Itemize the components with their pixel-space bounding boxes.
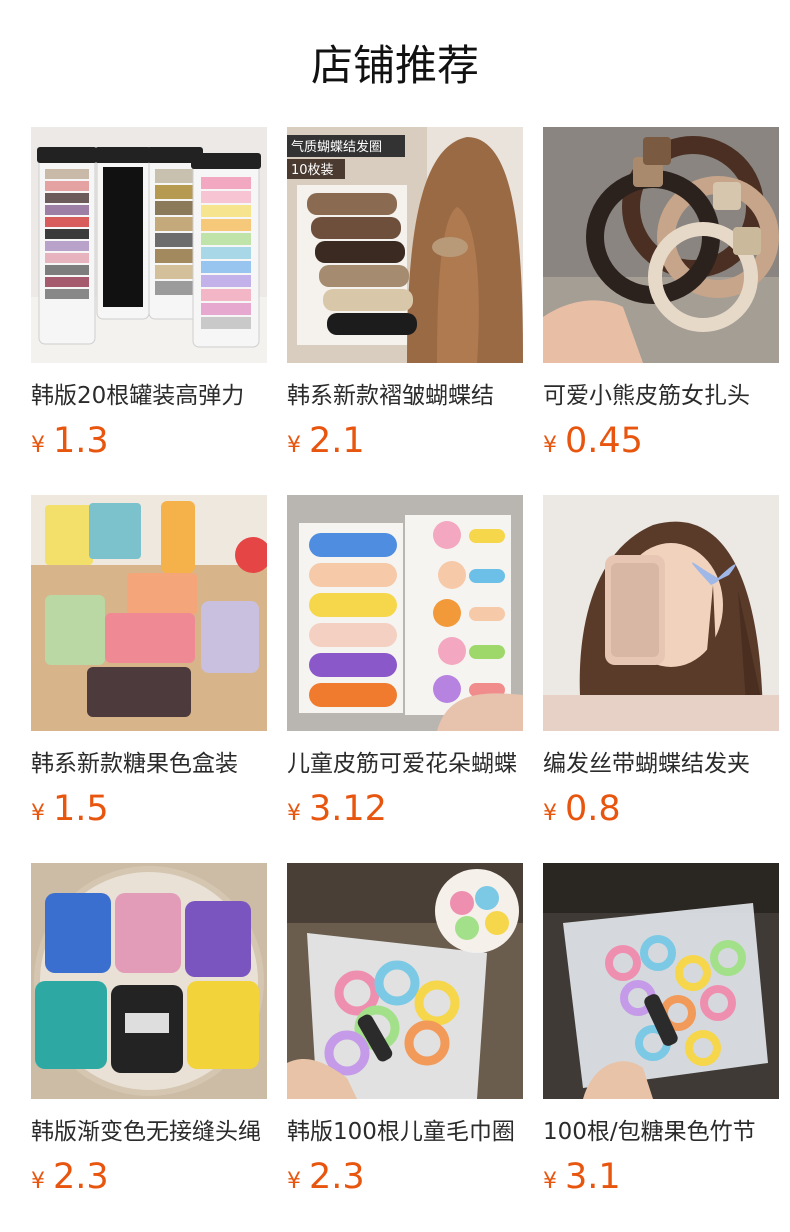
product-name[interactable]: 韩版渐变色无接缝头绳 [31, 1115, 267, 1149]
product-image[interactable]: 气质蝴蝶结发圈 10枚装 [287, 127, 523, 363]
product-name[interactable]: 编发丝带蝴蝶结发夹 [543, 747, 779, 781]
price-row: ¥3.12 [287, 787, 523, 831]
product-card[interactable]: 100根/包糖果色竹节 ¥3.1 [543, 863, 779, 1231]
product-photo-bear-scrunchies-icon [543, 127, 779, 363]
product-photo-bow-scrunchies-icon: 气质蝴蝶结发圈 10枚装 [287, 127, 523, 363]
product-photo-jars-icon [31, 127, 267, 363]
price-row: ¥1.3 [31, 419, 267, 463]
product-image[interactable] [31, 863, 267, 1099]
product-price: 2.1 [309, 421, 365, 461]
page-title: 店铺推荐 [310, 41, 479, 90]
product-price: 0.8 [565, 789, 621, 829]
product-card[interactable]: 韩版渐变色无接缝头绳 ¥2.3 [31, 863, 267, 1231]
price-row: ¥2.1 [287, 419, 523, 463]
product-name[interactable]: 韩版20根罐装高弹力 [31, 379, 267, 413]
product-image[interactable] [31, 127, 267, 363]
currency-symbol: ¥ [543, 433, 557, 458]
product-name[interactable]: 可爱小熊皮筋女扎头 [543, 379, 779, 413]
price-row: ¥0.8 [543, 787, 779, 831]
product-price: 1.5 [53, 789, 109, 829]
price-row: ¥2.3 [287, 1155, 523, 1199]
image-caption: 气质蝴蝶结发圈 [291, 139, 382, 155]
image-badge: 10枚装 [291, 163, 334, 178]
currency-symbol: ¥ [543, 1169, 557, 1194]
product-card[interactable]: 气质蝴蝶结发圈 10枚装 韩系新款褶皱蝴蝶结 ¥2.1 [287, 127, 523, 495]
product-price: 2.3 [53, 1157, 109, 1197]
product-image[interactable] [543, 863, 779, 1099]
product-name[interactable]: 韩系新款褶皱蝴蝶结 [287, 379, 523, 413]
product-price: 1.3 [53, 421, 109, 461]
currency-symbol: ¥ [543, 801, 557, 826]
product-card[interactable]: 可爱小熊皮筋女扎头 ¥0.45 [543, 127, 779, 495]
currency-symbol: ¥ [31, 801, 45, 826]
product-photo-flower-bows-icon [287, 495, 523, 731]
price-row: ¥1.5 [31, 787, 267, 831]
currency-symbol: ¥ [31, 433, 45, 458]
product-photo-candy-boxes-icon [31, 495, 267, 731]
product-image[interactable] [543, 495, 779, 731]
price-row: ¥3.1 [543, 1155, 779, 1199]
product-card[interactable]: 韩版20根罐装高弹力 ¥1.3 [31, 127, 267, 495]
product-photo-towel-ties-icon [287, 863, 523, 1099]
product-name[interactable]: 100根/包糖果色竹节 [543, 1115, 779, 1149]
product-photo-gradient-jars-icon [31, 863, 267, 1099]
product-image[interactable] [543, 127, 779, 363]
product-price: 2.3 [309, 1157, 365, 1197]
currency-symbol: ¥ [287, 433, 301, 458]
product-image[interactable] [287, 863, 523, 1099]
product-name[interactable]: 儿童皮筋可爱花朵蝴蝶 [287, 747, 523, 781]
product-card[interactable]: 儿童皮筋可爱花朵蝴蝶 ¥3.12 [287, 495, 523, 863]
price-row: ¥2.3 [31, 1155, 267, 1199]
product-card[interactable]: 编发丝带蝴蝶结发夹 ¥0.8 [543, 495, 779, 863]
product-image[interactable] [31, 495, 267, 731]
product-grid: 韩版20根罐装高弹力 ¥1.3 气质蝴蝶结发圈 10枚装 韩系新款褶皱蝴蝶结 ¥… [31, 127, 779, 1231]
currency-symbol: ¥ [31, 1169, 45, 1194]
product-name[interactable]: 韩版100根儿童毛巾圈 [287, 1115, 523, 1149]
product-price: 0.45 [565, 421, 643, 461]
price-row: ¥0.45 [543, 419, 779, 463]
product-photo-ribbon-braids-icon [543, 495, 779, 731]
product-card[interactable]: 韩版100根儿童毛巾圈 ¥2.3 [287, 863, 523, 1231]
product-name[interactable]: 韩系新款糖果色盒装 [31, 747, 267, 781]
currency-symbol: ¥ [287, 801, 301, 826]
product-card[interactable]: 韩系新款糖果色盒装 ¥1.5 [31, 495, 267, 863]
product-price: 3.12 [309, 789, 387, 829]
product-image[interactable] [287, 495, 523, 731]
product-photo-candy-ties-bag-icon [543, 863, 779, 1099]
currency-symbol: ¥ [287, 1169, 301, 1194]
product-price: 3.1 [565, 1157, 621, 1197]
